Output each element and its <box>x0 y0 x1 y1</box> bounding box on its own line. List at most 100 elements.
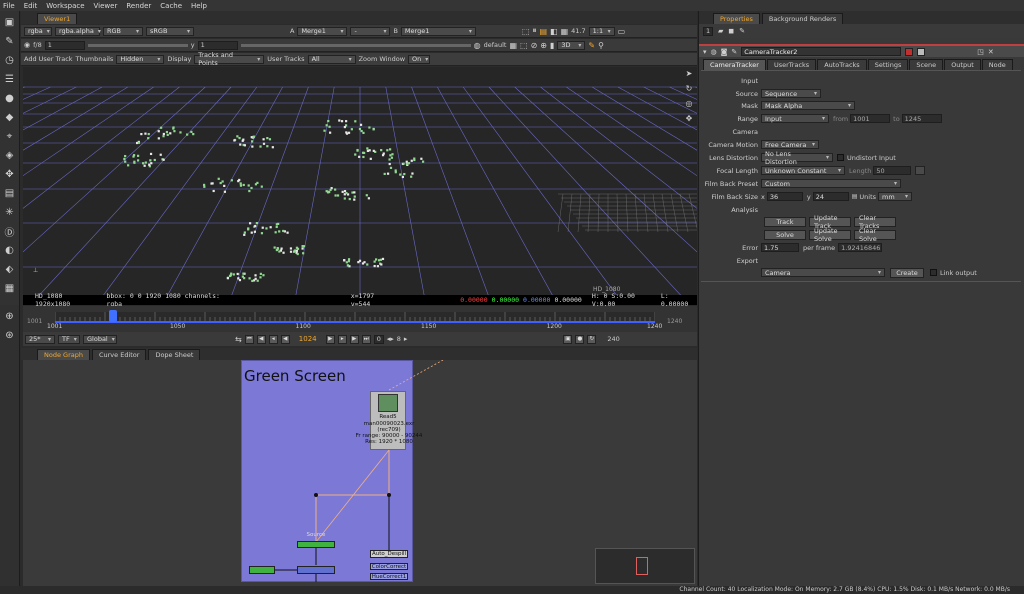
next-frame-button[interactable]: ▸ <box>337 334 347 344</box>
track-point[interactable] <box>348 197 351 201</box>
track-point[interactable] <box>340 120 344 123</box>
track-point[interactable] <box>354 153 357 156</box>
track-point[interactable] <box>269 226 272 229</box>
link-icon[interactable]: ▤ <box>852 193 858 200</box>
track-point[interactable] <box>273 246 276 249</box>
track-point[interactable] <box>127 164 130 167</box>
track-point[interactable] <box>243 231 246 234</box>
track-point[interactable] <box>369 157 372 160</box>
tile-color-button[interactable] <box>905 47 914 56</box>
track-point[interactable] <box>251 145 254 148</box>
views-icon[interactable]: ◐ <box>3 243 17 257</box>
track-point[interactable] <box>277 222 280 226</box>
pause-icon[interactable]: ⏸ <box>532 26 536 36</box>
toolsets-icon[interactable]: ▦ <box>3 281 17 295</box>
track-point[interactable] <box>271 146 274 149</box>
in-out-icon[interactable]: ⇆ <box>235 335 242 344</box>
move-icon[interactable]: ✥ <box>686 114 693 123</box>
track-point[interactable] <box>160 126 163 129</box>
colorcorrect-node[interactable]: ColorCorrect <box>370 563 408 570</box>
b-input-dropdown[interactable]: Merge1 <box>400 26 476 36</box>
flipbook-button[interactable]: ▣ <box>563 334 573 344</box>
track-point[interactable] <box>169 132 172 135</box>
furnace-icon[interactable]: ⊛ <box>3 328 17 342</box>
track-point[interactable] <box>219 181 222 185</box>
track-point[interactable] <box>132 154 136 157</box>
track-point[interactable] <box>239 143 242 146</box>
track-point[interactable] <box>226 277 230 280</box>
cache-icon[interactable]: ▤ <box>539 27 547 36</box>
layout-icon[interactable]: ▦ <box>561 27 569 36</box>
select-arrow-icon[interactable]: ➤ <box>686 69 693 78</box>
track-point[interactable] <box>366 149 370 152</box>
other-icon[interactable]: ⊕ <box>3 309 17 323</box>
track-point[interactable] <box>254 224 257 228</box>
track-point[interactable] <box>236 135 239 138</box>
track-point[interactable] <box>343 190 347 193</box>
particles-icon[interactable]: ✳ <box>3 205 17 219</box>
track-point[interactable] <box>357 261 360 264</box>
ruler-icon[interactable]: ▮ <box>550 41 554 50</box>
track-point[interactable] <box>345 131 348 134</box>
track-point[interactable] <box>249 222 252 225</box>
track-point[interactable] <box>286 231 289 234</box>
track-point[interactable] <box>242 272 245 275</box>
track-point[interactable] <box>157 130 160 133</box>
track-point[interactable] <box>259 276 262 279</box>
track-point[interactable] <box>345 120 348 123</box>
track-point[interactable] <box>233 139 236 142</box>
a-input-dropdown[interactable]: Merge1 <box>297 26 348 36</box>
track-point[interactable] <box>266 137 269 140</box>
track-point[interactable] <box>329 188 332 191</box>
solve-button[interactable]: Solve <box>764 229 806 240</box>
track-point[interactable] <box>341 190 344 193</box>
update-track-button[interactable]: Update Track <box>809 214 851 230</box>
transform-icon[interactable]: ✥ <box>3 167 17 181</box>
track-point[interactable] <box>365 194 368 197</box>
track-point[interactable] <box>295 246 299 249</box>
tab-node[interactable]: Node <box>981 59 1013 70</box>
track-point[interactable] <box>301 245 304 248</box>
default-label[interactable]: default <box>484 41 507 49</box>
track-point[interactable] <box>282 229 285 233</box>
tab-dope-sheet[interactable]: Dope Sheet <box>148 349 201 360</box>
track-point[interactable] <box>420 157 423 160</box>
tab-background-renders[interactable]: Background Renders <box>761 13 844 24</box>
track-point[interactable] <box>380 263 383 266</box>
animation-button[interactable] <box>915 166 926 175</box>
menu-file[interactable]: File <box>3 2 15 10</box>
track-point[interactable] <box>343 197 346 200</box>
track-point[interactable] <box>262 142 266 145</box>
track-point[interactable] <box>140 132 143 136</box>
track-point[interactable] <box>147 137 150 140</box>
track-point[interactable] <box>353 195 356 198</box>
navigator-viewport[interactable] <box>636 557 648 575</box>
lens-distortion-dropdown[interactable]: No Lens Distortion <box>761 150 833 166</box>
track-point[interactable] <box>368 126 371 129</box>
track-point[interactable] <box>402 162 405 165</box>
track-point[interactable] <box>289 247 293 250</box>
focal-length-dropdown[interactable]: Unknown Constant <box>761 166 845 175</box>
track-point[interactable] <box>345 261 348 264</box>
update-solve-button[interactable]: Update Solve <box>809 227 851 243</box>
image-icon[interactable]: ▣ <box>3 15 17 29</box>
track-point[interactable] <box>268 138 272 141</box>
track-point[interactable] <box>278 230 281 233</box>
track-point[interactable] <box>278 250 281 253</box>
track-point[interactable] <box>260 185 263 188</box>
next-key-button[interactable]: ▶ <box>349 334 359 344</box>
track-point[interactable] <box>350 128 353 131</box>
track-point[interactable] <box>280 247 283 250</box>
tab-output[interactable]: Output <box>944 59 981 70</box>
track-point[interactable] <box>338 119 341 122</box>
node-color-icon[interactable]: ◍ <box>711 48 717 56</box>
track-point[interactable] <box>380 149 383 152</box>
mask-dropdown[interactable]: Mask Alpha <box>761 101 855 110</box>
track-point[interactable] <box>411 172 414 175</box>
skip-icon[interactable]: ◂▸ <box>387 335 394 343</box>
track-point[interactable] <box>149 152 153 156</box>
zoom-value[interactable]: 41.7 <box>571 27 585 35</box>
track-point[interactable] <box>260 232 264 235</box>
track-point[interactable] <box>379 258 383 261</box>
track-point[interactable] <box>251 279 254 283</box>
